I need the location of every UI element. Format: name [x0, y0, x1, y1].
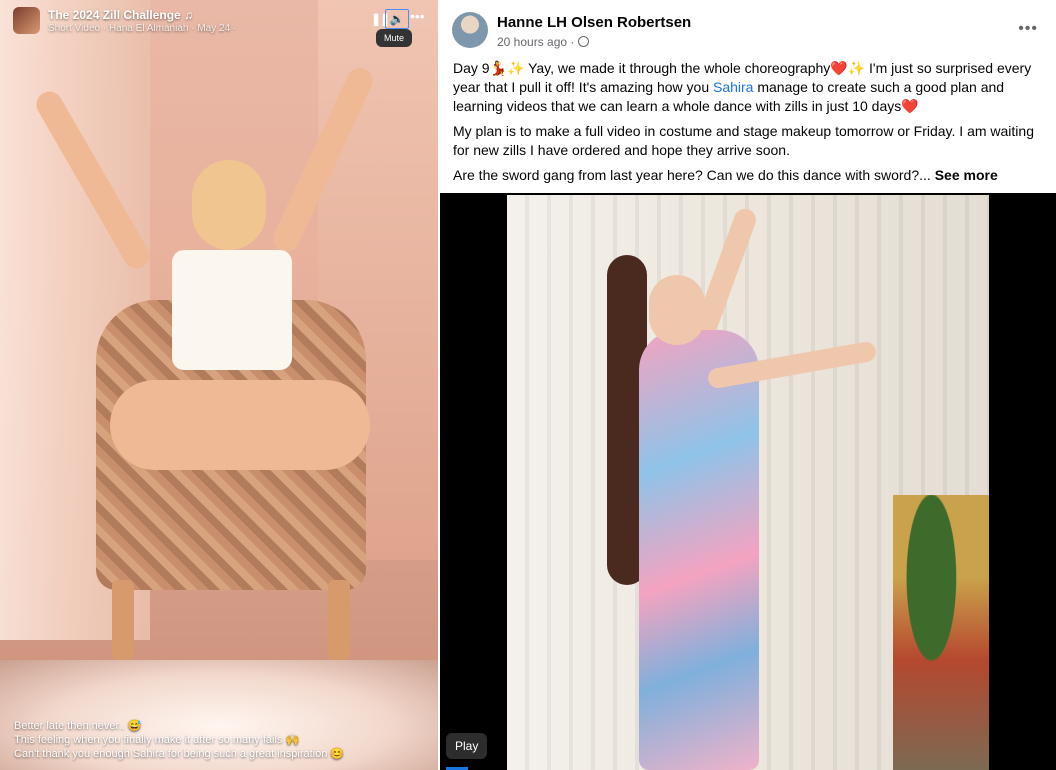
chair-leg [328, 580, 350, 660]
video-frame [507, 195, 989, 770]
caption-line: Can't thank you enough Sahira for being … [14, 748, 345, 760]
video-header: The 2024 Zill Challenge ♫ Short Video · … [0, 0, 438, 47]
caption-line: Better late then never.. 😅 [14, 720, 142, 732]
mute-tooltip: Mute [376, 29, 413, 47]
mention-link[interactable]: Sahira [713, 79, 753, 95]
video-title[interactable]: The 2024 Zill Challenge ♫ [48, 8, 193, 22]
see-more-link[interactable]: See more [935, 167, 998, 183]
video-captions: Better late then never.. 😅 This feeling … [14, 719, 344, 761]
page-avatar[interactable] [13, 7, 40, 34]
dancer-dress [639, 330, 759, 770]
short-video-player[interactable]: The 2024 Zill Challenge ♫ Short Video · … [0, 0, 438, 770]
author-name[interactable]: Hanne LH Olsen Robertsen [497, 14, 691, 31]
volume-icon[interactable]: 🔉 [385, 9, 409, 29]
person-torso [172, 250, 292, 370]
post-text: Day 9💃✨ Yay, we made it through the whol… [453, 59, 1047, 191]
video-subtitle: Short Video · Hana El Almaniah · May 24 … [48, 23, 237, 34]
person-head [192, 160, 266, 250]
post-video[interactable]: Play [440, 193, 1056, 770]
dancer-head [649, 275, 705, 345]
post-time[interactable]: 20 hours ago · [497, 35, 574, 49]
post-paragraph: My plan is to make a full video in costu… [453, 123, 1034, 158]
post-card: Hanne LH Olsen Robertsen 20 hours ago · … [440, 0, 1056, 770]
post-paragraph: Are the sword gang from last year here? … [453, 166, 1047, 185]
post-more-icon[interactable]: ••• [1018, 20, 1038, 38]
person-legs [110, 380, 370, 470]
post-meta: 20 hours ago · [497, 35, 590, 49]
chair-leg [112, 580, 134, 660]
globe-icon [578, 36, 590, 47]
author-avatar[interactable] [452, 12, 488, 48]
post-text-run: Are the sword gang from last year here? … [453, 167, 931, 183]
play-button[interactable]: Play [446, 733, 488, 759]
more-options-icon[interactable]: ••• [410, 8, 425, 24]
post-paragraph: Day 9💃✨ Yay, we made it through the whol… [453, 59, 1047, 116]
plant-and-candles [893, 495, 989, 770]
caption-line: This feeling when you finally make it af… [14, 734, 300, 746]
